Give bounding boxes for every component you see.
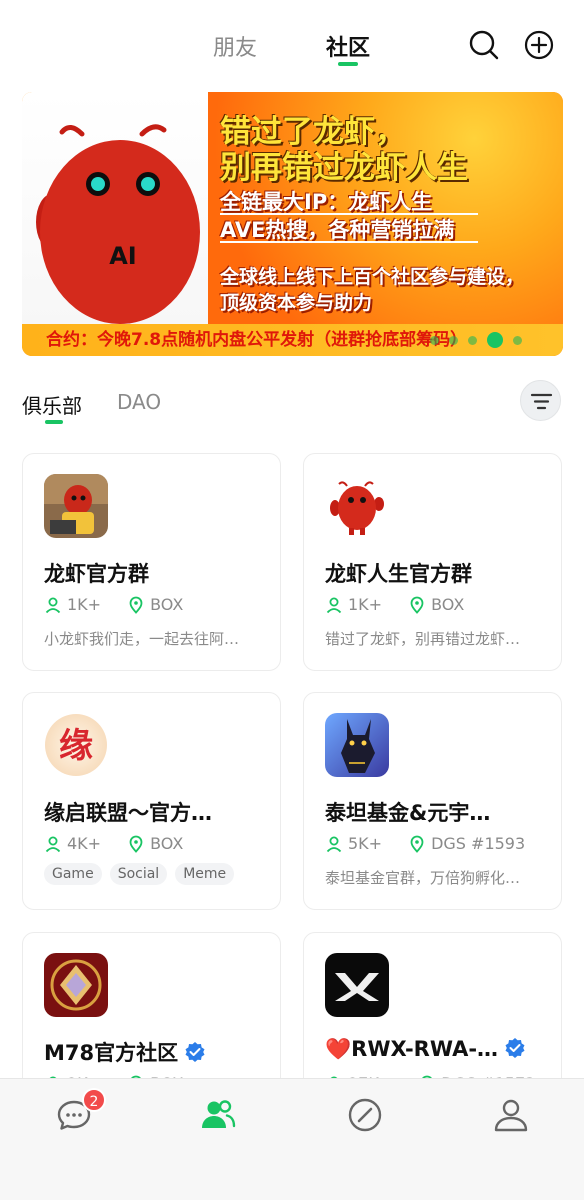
carousel-dot[interactable] <box>430 335 439 345</box>
filter-icon <box>530 393 553 410</box>
club-member-count: 4K+ <box>67 834 102 853</box>
community-icon <box>202 1100 236 1128</box>
tag-social[interactable]: Social <box>109 863 168 885</box>
banner-line-4: AVE热搜，各种营销拉满 <box>220 218 455 242</box>
verified-badge-icon <box>185 1042 205 1062</box>
club-card[interactable]: 泰坦基金&元宇… 5K+ DGS #1593 泰坦基金官群，万倍狗孵化… <box>303 692 562 910</box>
carousel-dot[interactable] <box>487 332 503 348</box>
person-icon <box>326 597 342 613</box>
club-name: ❤️RWX-RWA-… <box>325 1037 553 1062</box>
club-chain: BOX <box>150 834 184 853</box>
banner-mascot-area: AI <box>22 92 208 324</box>
carousel-dot[interactable] <box>513 335 522 345</box>
verified-badge-icon <box>505 1038 525 1058</box>
add-button[interactable] <box>524 30 554 60</box>
person-icon <box>326 836 342 852</box>
person-icon <box>45 836 61 852</box>
club-avatar <box>325 953 389 1017</box>
club-chain: DGS #1593 <box>431 834 526 853</box>
plus-circle-icon <box>524 30 554 60</box>
tab-community[interactable]: 社区 <box>326 30 370 62</box>
location-icon <box>410 835 424 853</box>
club-card[interactable]: 龙虾官方群 1K+ BOX 小龙虾我们走，一起去往阿… <box>22 453 281 671</box>
club-description: 错过了龙虾，别再错过龙虾… <box>325 630 521 648</box>
mascot-label: AI <box>109 242 137 270</box>
location-icon <box>129 596 143 614</box>
club-avatar <box>44 953 108 1017</box>
club-name: 龙虾人生官方群 <box>325 562 472 586</box>
banner-line-3: 全链最大IP：龙虾人生 <box>220 190 433 214</box>
club-description: 小龙虾我们走，一起去往阿… <box>44 630 240 648</box>
banner-headline-2: 别再错过龙虾人生 <box>220 150 468 186</box>
club-avatar: 缘 <box>44 713 108 777</box>
search-icon <box>469 30 499 60</box>
location-icon <box>129 835 143 853</box>
club-tags: Game Social Meme <box>44 863 235 885</box>
tag-meme[interactable]: Meme <box>175 863 235 885</box>
banner-divider <box>220 241 478 243</box>
tab-friends[interactable]: 朋友 <box>213 30 257 62</box>
filter-button[interactable] <box>520 380 561 421</box>
nav-profile[interactable] <box>493 1097 529 1133</box>
carousel-dots <box>430 332 522 348</box>
profile-icon <box>494 1099 528 1132</box>
carousel-dot[interactable] <box>468 335 477 345</box>
club-meta: 5K+ DGS #1593 <box>325 834 525 853</box>
club-card[interactable]: 缘 缘启联盟～官方… 4K+ BOX Game Social Meme <box>22 692 281 910</box>
club-chain: BOX <box>431 595 465 614</box>
club-member-count: 1K+ <box>348 595 383 614</box>
club-avatar <box>325 474 389 538</box>
club-member-count: 5K+ <box>348 834 383 853</box>
club-chain: BOX <box>150 595 184 614</box>
search-button[interactable] <box>469 30 499 60</box>
club-name: 缘启联盟～官方… <box>44 801 212 825</box>
club-avatar <box>44 474 108 538</box>
tab-clubs[interactable]: 俱乐部 <box>22 390 82 419</box>
svg-text:缘: 缘 <box>59 726 93 766</box>
club-meta: 4K+ BOX <box>44 834 183 853</box>
top-nav: 朋友 社区 <box>0 0 584 80</box>
tab-dao[interactable]: DAO <box>117 390 161 414</box>
nav-community[interactable] <box>200 1097 236 1133</box>
banner-line-6: 顶级资本参与助力 <box>220 292 373 314</box>
lobster-mascot-image: AI <box>36 124 200 324</box>
tag-game[interactable]: Game <box>44 863 102 885</box>
person-icon <box>45 597 61 613</box>
unread-badge: 2 <box>82 1088 106 1112</box>
active-tab-indicator <box>338 62 358 66</box>
club-name: 泰坦基金&元宇… <box>325 801 491 825</box>
club-meta: 1K+ BOX <box>44 595 183 614</box>
club-member-count: 1K+ <box>67 595 102 614</box>
nav-discover[interactable] <box>347 1097 383 1133</box>
club-card[interactable]: 龙虾人生官方群 1K+ BOX 错过了龙虾，别再错过龙虾… <box>303 453 562 671</box>
club-name: 龙虾官方群 <box>44 562 149 586</box>
club-meta: 1K+ BOX <box>325 595 464 614</box>
club-name: M78官方社区 <box>44 1037 272 1067</box>
carousel-dot[interactable] <box>449 335 458 345</box>
club-description: 泰坦基金官群，万倍狗孵化… <box>325 869 521 887</box>
location-icon <box>410 596 424 614</box>
club-avatar <box>325 713 389 777</box>
banner-line-5: 全球线上线下上百个社区参与建设， <box>220 266 525 288</box>
discover-icon <box>348 1098 382 1132</box>
section-tab-indicator <box>45 420 63 424</box>
promo-banner[interactable]: AI 错过了龙虾， 别再错过龙虾人生 全链最大IP：龙虾人生 AVE热搜，各种营… <box>22 92 563 356</box>
